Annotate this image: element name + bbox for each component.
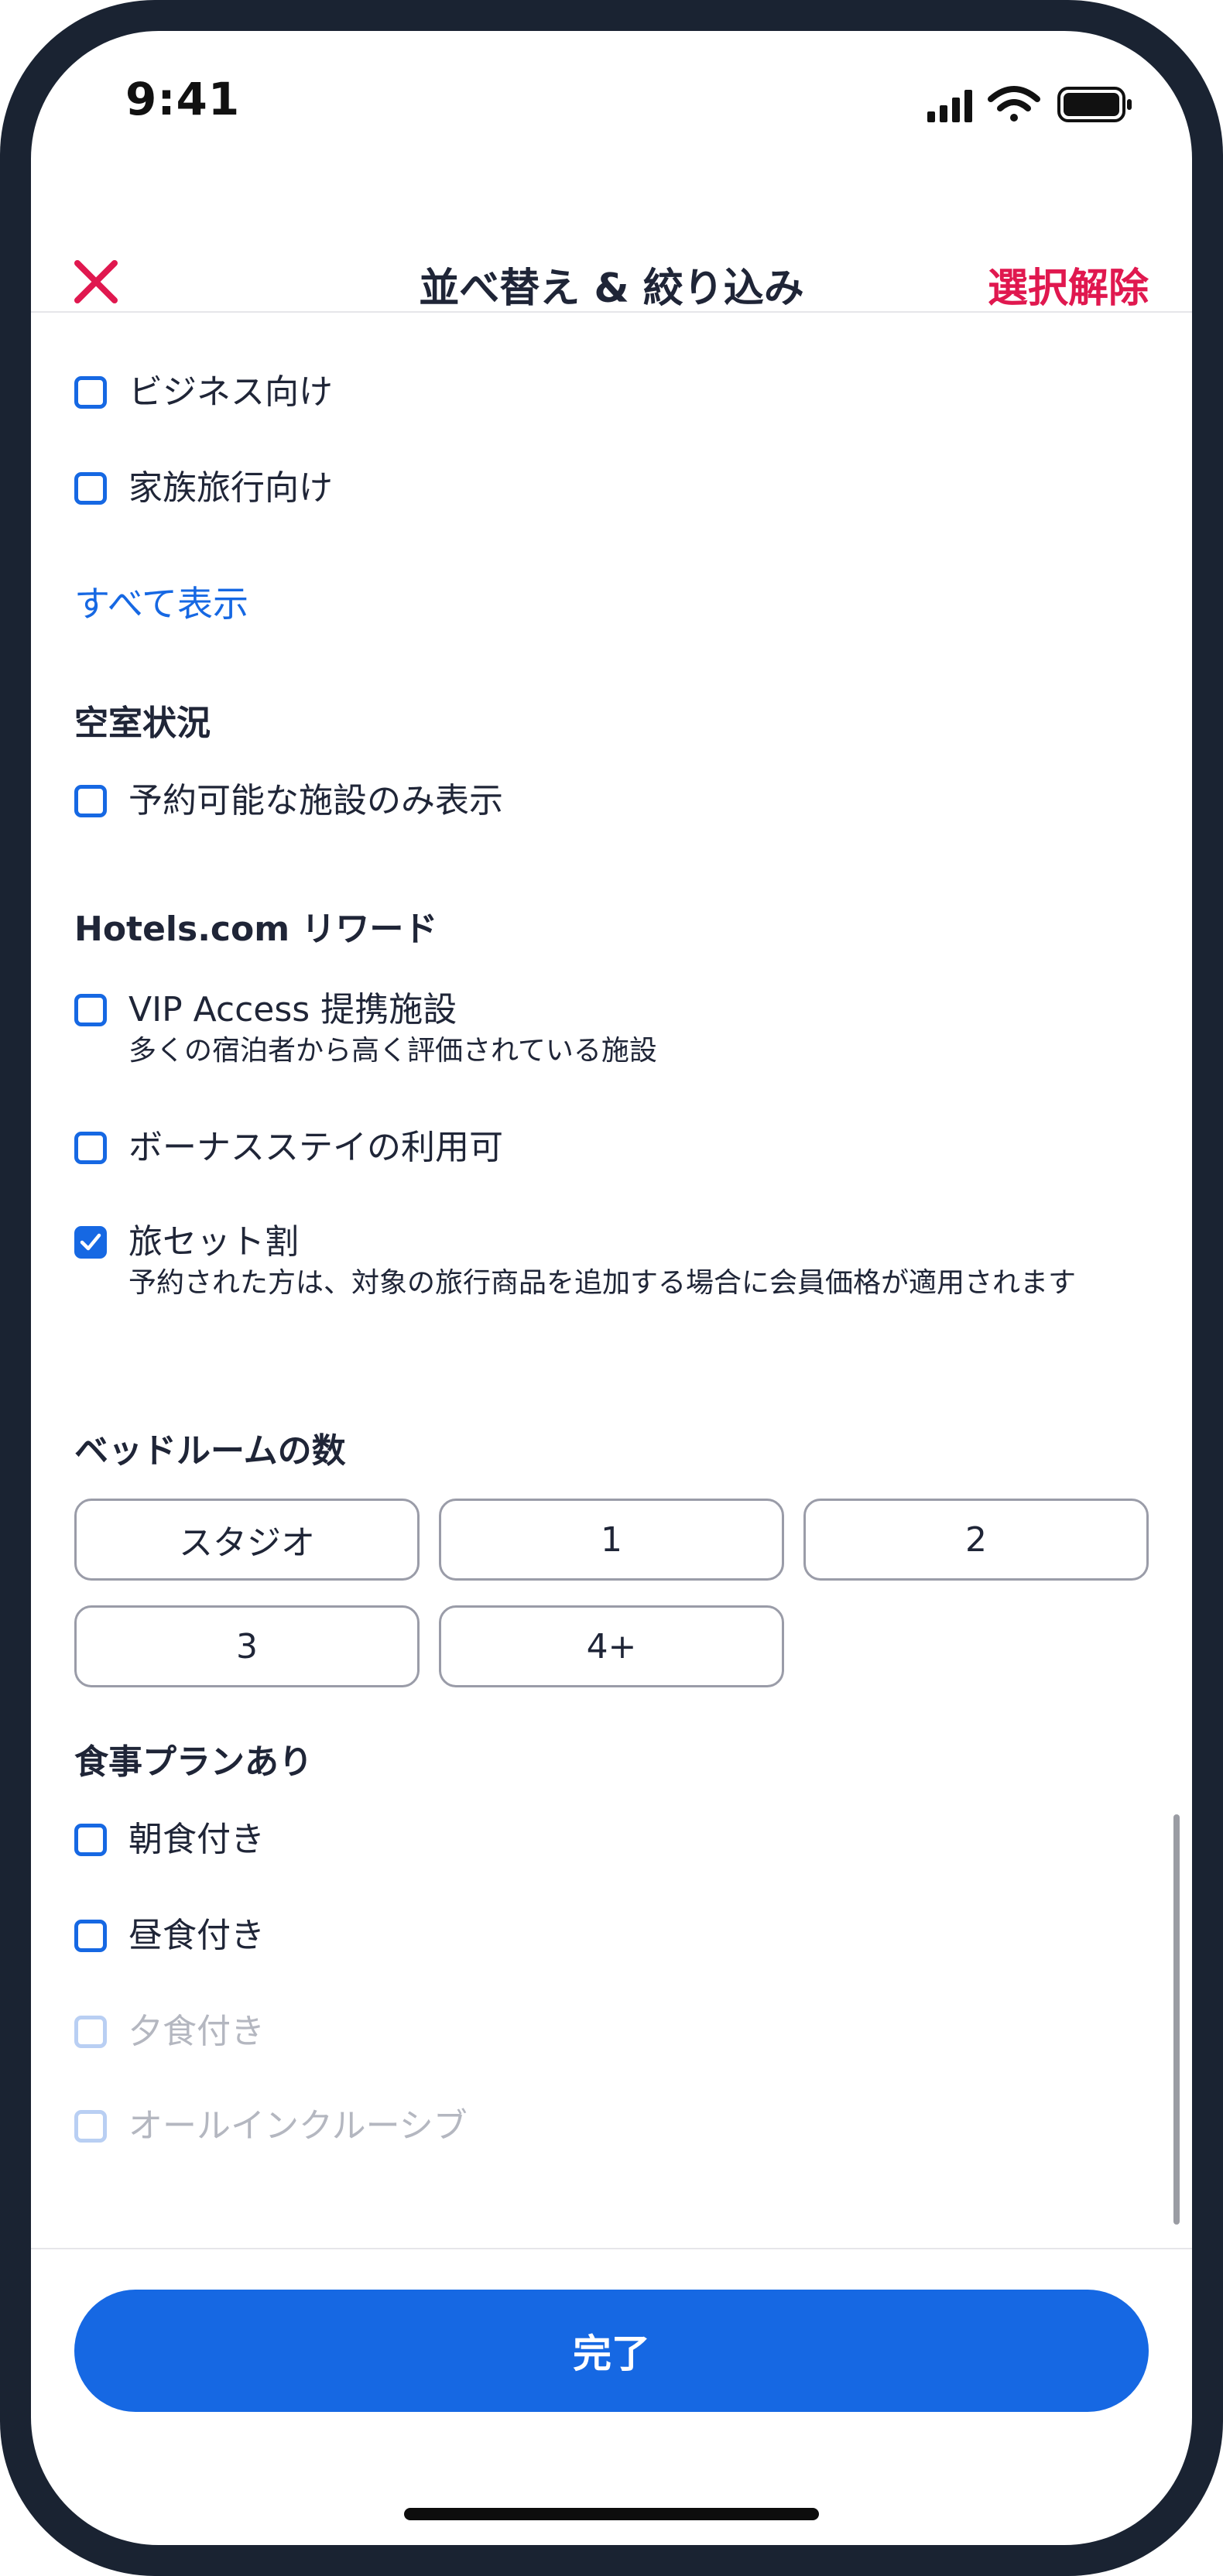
checkmark-icon [80,1233,101,1251]
section-title-availability: 空室状況 [74,704,211,743]
phone-frame: 9:41 並べ替え & 絞り込み 選択解除 ビジネス向け 家族旅行向け すべて表… [0,0,1223,2576]
battery-icon [1057,87,1132,122]
checkbox-vip-access[interactable]: VIP Access 提携施設 多くの宿泊者から高く評価されている施設 [74,990,1096,1068]
checkbox-box[interactable] [74,1824,107,1856]
filter-content[interactable]: ビジネス向け 家族旅行向け すべて表示 空室状況 予約可能な施設のみ表示 Hot… [31,313,1192,2279]
wifi-icon [988,86,1040,122]
checkbox-breakfast[interactable]: 朝食付き [74,1820,265,1861]
checkbox-label: ボーナスステイの利用可 [128,1128,503,1167]
scrollbar-thumb[interactable] [1173,1814,1180,2225]
bedroom-chip-3[interactable]: 3 [74,1605,420,1687]
checkbox-label: 朝食付き [128,1820,265,1859]
checkbox-label: 夕食付き [128,2012,265,2051]
checkbox-box [74,2016,107,2048]
checkbox-box[interactable] [74,1920,107,1952]
checkbox-available-only[interactable]: 予約可能な施設のみ表示 [74,781,503,822]
section-title-rewards: Hotels.com リワード [74,909,438,949]
checkbox-label: オールインクルーシブ [128,2106,468,2146]
show-all-link[interactable]: すべて表示 [74,576,248,627]
section-title-bedrooms: ベッドルームの数 [74,1431,346,1471]
checkbox-box [74,2110,107,2143]
footer-divider [31,2248,1192,2249]
checkbox-label: 予約可能な施設のみ表示 [128,781,503,820]
bedroom-chip-studio[interactable]: スタジオ [74,1499,420,1581]
checkbox-lunch[interactable]: 昼食付き [74,1916,265,1957]
checkbox-box[interactable] [74,472,107,505]
checkbox-label: 旅セット割 [128,1222,299,1262]
checkbox-package-discount[interactable]: 旅セット割 予約された方は、対象の旅行商品を追加する場合に会員価格が適用されます [74,1222,1096,1300]
home-indicator [404,2508,819,2520]
checkbox-family[interactable]: 家族旅行向け [74,468,333,509]
checkbox-all-inclusive: オールインクルーシブ [74,2106,468,2147]
checkbox-description: 多くの宿泊者から高く評価されている施設 [128,1035,657,1067]
status-icons [927,80,1136,127]
checkbox-box[interactable] [74,376,107,409]
checkbox-box[interactable] [74,1226,107,1259]
status-time: 9:41 [125,73,241,125]
section-title-meal-plans: 食事プランあり [74,1742,313,1782]
checkbox-dinner: 夕食付き [74,2012,265,2053]
checkbox-label: 家族旅行向け [128,468,333,508]
done-button[interactable]: 完了 [74,2290,1149,2412]
checkbox-box[interactable] [74,994,107,1026]
checkbox-description: 予約された方は、対象の旅行商品を追加する場合に会員価格が適用されます [128,1267,1077,1299]
checkbox-label: VIP Access 提携施設 [128,990,457,1029]
bedroom-chip-1[interactable]: 1 [439,1499,784,1581]
bedroom-chip-2[interactable]: 2 [803,1499,1149,1581]
screen: 9:41 並べ替え & 絞り込み 選択解除 ビジネス向け 家族旅行向け すべて表… [31,31,1192,2545]
signal-icon [927,90,972,122]
checkbox-box[interactable] [74,785,107,817]
bedroom-chip-4plus[interactable]: 4+ [439,1605,784,1687]
clear-selection-button[interactable]: 選択解除 [988,255,1149,313]
checkbox-bonus-stay[interactable]: ボーナスステイの利用可 [74,1128,503,1169]
checkbox-label: ビジネス向け [128,372,333,412]
checkbox-business[interactable]: ビジネス向け [74,372,333,413]
checkbox-box[interactable] [74,1132,107,1164]
checkbox-label: 昼食付き [128,1916,265,1955]
